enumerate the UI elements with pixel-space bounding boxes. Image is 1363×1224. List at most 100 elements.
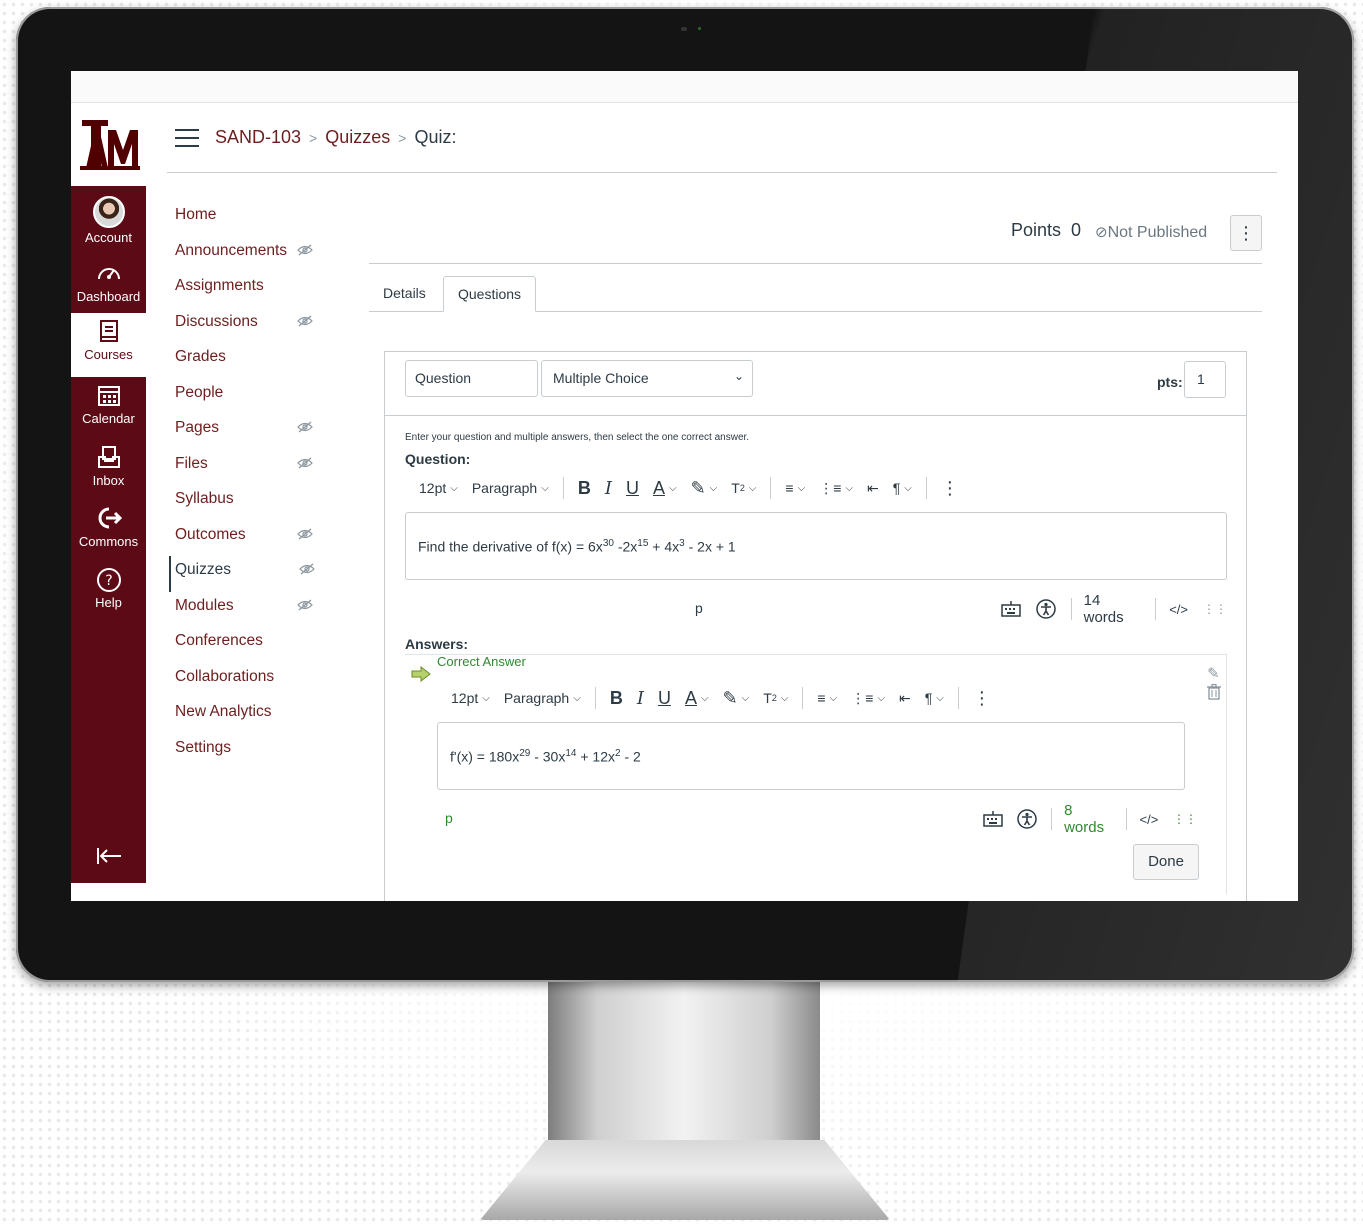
list-icon[interactable]: ⋮≡ ⌵ — [851, 690, 885, 707]
logo[interactable] — [71, 103, 146, 186]
superscript-icon[interactable]: T 2 ⌵ — [731, 480, 756, 496]
italic-icon[interactable]: I — [637, 688, 644, 709]
underline-icon[interactable]: U — [626, 478, 639, 499]
gnav-calendar[interactable]: Calendar — [71, 377, 146, 439]
correct-answer-label: Correct Answer — [437, 654, 526, 669]
answers-label: Answers: — [405, 636, 469, 652]
course-nav-item-grades[interactable]: Grades — [169, 343, 329, 379]
resize-handle-icon[interactable]: ⋮⋮ — [1203, 602, 1227, 616]
global-nav: Account Dashboard Courses Calendar Inbox — [71, 103, 146, 883]
underline-icon[interactable]: U — [658, 688, 671, 709]
gnav-courses-label: Courses — [84, 347, 133, 362]
tab-questions[interactable]: Questions — [443, 276, 537, 312]
italic-icon[interactable]: I — [605, 478, 612, 499]
hamburger-menu-icon[interactable] — [175, 129, 199, 147]
tab-details[interactable]: Details — [369, 276, 440, 312]
breadcrumb-course[interactable]: SAND-103 — [215, 127, 301, 147]
toolbar-separator — [770, 477, 772, 499]
course-nav-item-outcomes[interactable]: Outcomes — [169, 521, 329, 557]
course-nav-item-syllabus[interactable]: Syllabus — [169, 485, 329, 521]
correct-answer-arrow-icon[interactable] — [411, 666, 431, 682]
course-nav-item-people[interactable]: People — [169, 379, 329, 415]
list-icon[interactable]: ⋮≡ ⌵ — [819, 480, 853, 497]
status-separator — [1126, 808, 1127, 830]
more-toolbar-icon[interactable]: ⋮ — [941, 478, 959, 499]
course-nav-item-collaborations[interactable]: Collaborations — [169, 663, 329, 699]
question-type-value: Multiple Choice — [553, 370, 649, 386]
text-color-icon[interactable]: A ⌵ — [653, 478, 677, 499]
bold-icon[interactable]: B — [610, 688, 623, 709]
gnav-account[interactable]: Account — [71, 190, 146, 252]
accessibility-icon[interactable] — [1017, 808, 1037, 830]
indent-icon[interactable]: ⇤ — [899, 690, 911, 707]
points-value: 0 — [1071, 220, 1082, 240]
gnav-dashboard[interactable]: Dashboard — [71, 255, 146, 317]
course-nav-label: Pages — [175, 419, 219, 436]
align-icon[interactable]: ≡ ⌵ — [817, 690, 837, 706]
course-nav-item-modules[interactable]: Modules — [169, 592, 329, 628]
publish-status[interactable]: ⊘Not Published — [1095, 223, 1207, 242]
course-nav-item-assignments[interactable]: Assignments — [169, 272, 329, 308]
indent-icon[interactable]: ⇤ — [867, 480, 879, 497]
course-nav-item-discussions[interactable]: Discussions — [169, 308, 329, 344]
hidden-eye-icon — [297, 592, 313, 620]
hidden-eye-icon — [297, 237, 313, 265]
course-nav-item-settings[interactable]: Settings — [169, 734, 329, 770]
block-format-menu[interactable]: Paragraph ⌵ — [504, 690, 581, 706]
status-separator — [1051, 808, 1053, 830]
delete-answer-icon[interactable] — [1207, 683, 1221, 704]
more-toolbar-icon[interactable]: ⋮ — [973, 688, 991, 709]
camera-icon — [681, 27, 687, 31]
toolbar-separator — [925, 477, 927, 499]
collapse-nav-icon[interactable] — [71, 845, 146, 873]
gnav-commons[interactable]: Commons — [71, 500, 146, 562]
course-nav-item-files[interactable]: Files — [169, 450, 329, 486]
more-options-icon[interactable]: ⋮ — [1230, 215, 1262, 251]
course-nav-item-home[interactable]: Home — [169, 201, 329, 237]
question-instructions: Enter your question and multiple answers… — [405, 432, 750, 443]
bold-icon[interactable]: B — [578, 478, 591, 499]
answer-text-area[interactable]: f'(x) = 180x29 - 30x14 + 12x2 - 2 — [437, 722, 1185, 790]
highlight-icon[interactable]: ✎ ⌵ — [723, 688, 750, 709]
keyboard-icon[interactable] — [1001, 598, 1022, 620]
font-size-menu[interactable]: 12pt ⌵ — [451, 690, 490, 706]
not-published-icon: ⊘ — [1095, 224, 1108, 241]
question-label: Question: — [405, 451, 471, 467]
course-nav-item-pages[interactable]: Pages — [169, 414, 329, 450]
html-editor-toggle[interactable]: </> — [1139, 808, 1159, 830]
superscript-icon[interactable]: T 2 ⌵ — [763, 690, 788, 706]
breadcrumb-separator-icon: > — [309, 130, 318, 146]
text-color-icon[interactable]: A ⌵ — [685, 688, 709, 709]
speedometer-icon — [96, 261, 122, 287]
html-editor-toggle[interactable]: </> — [1168, 598, 1189, 620]
align-icon[interactable]: ≡ ⌵ — [785, 480, 805, 496]
course-nav-label: Quizzes — [175, 561, 231, 578]
course-nav-item-quizzes[interactable]: Quizzes — [169, 556, 329, 592]
paragraph-direction-icon[interactable]: ¶ ⌵ — [893, 480, 912, 496]
keyboard-icon[interactable] — [983, 808, 1003, 830]
breadcrumb-quizzes[interactable]: Quizzes — [325, 127, 390, 147]
points-input[interactable]: 1 — [1184, 361, 1226, 398]
course-nav-label: Announcements — [175, 241, 288, 259]
done-button[interactable]: Done — [1133, 844, 1199, 880]
font-size-menu[interactable]: 12pt ⌵ — [419, 480, 458, 496]
course-nav-item-new-analytics[interactable]: New Analytics — [169, 698, 329, 734]
word-count[interactable]: 14 words — [1084, 592, 1142, 626]
question-text-area[interactable]: Find the derivative of f(x) = 6x30 -2x15… — [405, 512, 1227, 580]
course-nav-item-announcements[interactable]: Announcements — [169, 237, 329, 273]
points-input-label: pts: — [1157, 374, 1183, 390]
svg-text:?: ? — [105, 573, 112, 589]
gnav-help[interactable]: ? Help — [71, 561, 146, 623]
question-name-input[interactable]: Question — [405, 360, 538, 397]
course-nav-item-conferences[interactable]: Conferences — [169, 627, 329, 663]
gnav-courses[interactable]: Courses — [71, 313, 146, 377]
resize-handle-icon[interactable]: ⋮⋮ — [1173, 812, 1197, 826]
paragraph-direction-icon[interactable]: ¶ ⌵ — [925, 690, 944, 706]
word-count[interactable]: 8 words — [1064, 802, 1112, 836]
highlight-icon[interactable]: ✎ ⌵ — [691, 478, 718, 499]
breadcrumb-quiz: Quiz: — [414, 127, 457, 147]
gnav-inbox[interactable]: Inbox — [71, 439, 146, 501]
question-type-select[interactable]: Multiple Choice ⌄ — [541, 360, 753, 397]
accessibility-icon[interactable] — [1036, 598, 1057, 620]
block-format-menu[interactable]: Paragraph ⌵ — [472, 480, 549, 496]
